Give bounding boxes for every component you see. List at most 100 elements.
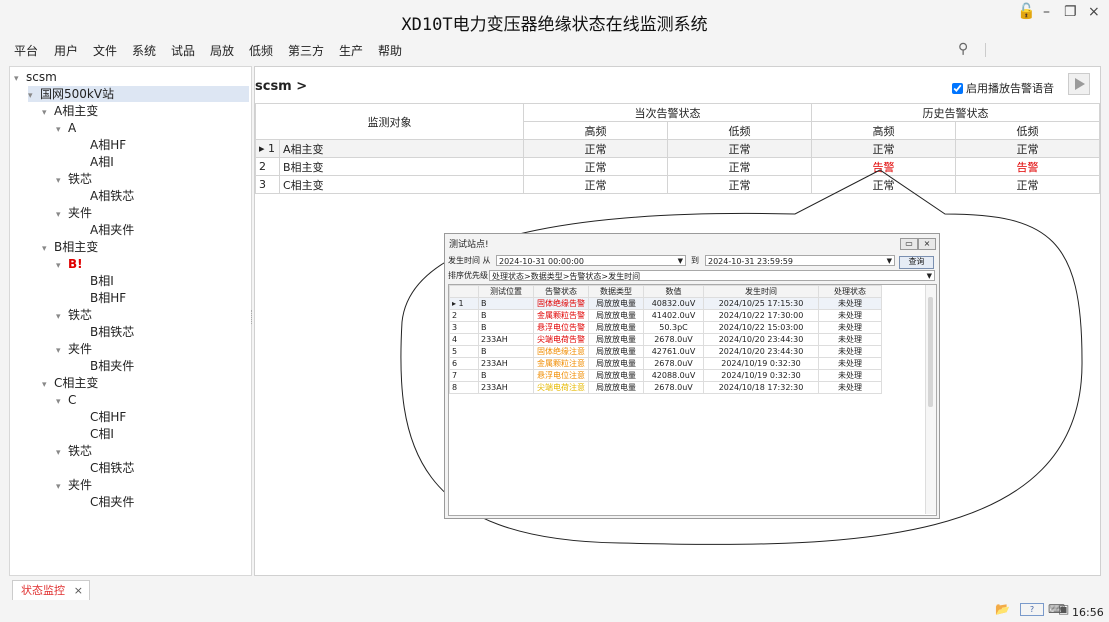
tree-node-b-core[interactable]: ▾ 铁芯 — [56, 307, 92, 323]
tree-node-b-alarm[interactable]: ▾ B! — [56, 256, 83, 272]
collapse-icon[interactable]: ▾ — [42, 377, 54, 393]
tree-node-a-clamp-item[interactable]: A相夹件 — [90, 222, 134, 238]
collapse-icon[interactable]: ▾ — [42, 241, 54, 257]
col-current-high[interactable]: 高频 — [523, 121, 668, 140]
collapse-icon[interactable]: ▾ — [56, 343, 68, 359]
dropdown-arrow-icon[interactable]: ▼ — [927, 271, 932, 282]
row-target[interactable]: C相主变 — [279, 175, 524, 194]
row-target[interactable]: B相主变 — [279, 157, 524, 176]
table-row[interactable]: ▸ 1 A相主变 正常 正常 正常 正常 — [255, 139, 1100, 158]
tab-close-icon[interactable]: × — [74, 581, 83, 601]
popup-scrollbar[interactable] — [925, 285, 936, 514]
lock-icon[interactable]: 🔓 — [1017, 2, 1036, 20]
tab-status-monitor[interactable]: 状态监控 × — [12, 580, 90, 600]
monitor-icon[interactable]: ▣ — [1058, 602, 1069, 616]
alarm-row[interactable]: 2B 金属颗粒告警 局放放电量 41402.0uV 2024/10/22 17:… — [449, 309, 882, 322]
tree-node-b-hf[interactable]: B相HF — [90, 290, 126, 306]
tree-node-transformer-b[interactable]: ▾ B相主变 — [42, 239, 98, 255]
tree-node-c-clamp-item[interactable]: C相夹件 — [90, 494, 134, 510]
col-handle-status[interactable]: 处理状态 — [818, 285, 882, 298]
table-row[interactable]: 3 C相主变 正常 正常 正常 正常 — [255, 175, 1100, 194]
collapse-icon[interactable]: ▾ — [14, 71, 26, 87]
voice-alarm-checkbox[interactable] — [952, 83, 963, 94]
collapse-icon[interactable]: ▾ — [28, 88, 40, 104]
col-current-header[interactable]: 当次告警状态 — [523, 103, 812, 122]
tree-node-c-core-item[interactable]: C相铁芯 — [90, 460, 134, 476]
tree-node-a-core[interactable]: ▾ 铁芯 — [56, 171, 92, 187]
tree-node-a-hf[interactable]: A相HF — [90, 137, 126, 153]
help-icon[interactable]: ? — [1020, 603, 1044, 616]
play-button[interactable] — [1068, 73, 1090, 95]
menu-user[interactable]: 用户 — [54, 42, 78, 59]
tree-node-a-i[interactable]: A相I — [90, 154, 114, 170]
voice-alarm-toggle[interactable]: 启用播放告警语音 — [952, 80, 1054, 96]
tree-node-transformer-a[interactable]: ▾ A相主变 — [42, 103, 98, 119]
col-time[interactable]: 发生时间 — [703, 285, 819, 298]
collapse-icon[interactable]: ▾ — [56, 122, 68, 138]
device-tree[interactable]: ▾ scsm ▾ 国网500kV站 ▾ A相主变 ▾ A A相HF A相I ▾ 铁芯 A相… — [9, 66, 252, 576]
menu-thirdparty[interactable]: 第三方 — [288, 42, 324, 59]
folder-icon[interactable]: 📂 — [995, 602, 1010, 616]
row-target[interactable]: A相主变 — [279, 139, 524, 158]
alarm-row[interactable]: 8 233AH 尖端电荷注意 局放放电量 2678.0uV 2024/10/18 … — [449, 381, 882, 394]
col-history-low[interactable]: 低频 — [955, 121, 1100, 140]
tree-node-c-hf[interactable]: C相HF — [90, 409, 126, 425]
collapse-icon[interactable]: ▾ — [56, 394, 68, 410]
tree-node-b-clamp[interactable]: ▾ 夹件 — [56, 341, 92, 357]
row-history-low[interactable]: 告警 — [955, 157, 1100, 176]
menu-sample[interactable]: 试品 — [171, 42, 195, 59]
tree-node-c-core[interactable]: ▾ 铁芯 — [56, 443, 92, 459]
col-data-type[interactable]: 数据类型 — [588, 285, 644, 298]
menu-file[interactable]: 文件 — [93, 42, 117, 59]
tree-node-a-core-item[interactable]: A相铁芯 — [90, 188, 134, 204]
row-history-high[interactable]: 告警 — [811, 157, 956, 176]
dropdown-arrow-icon[interactable]: ▼ — [887, 256, 892, 267]
col-history-header[interactable]: 历史告警状态 — [811, 103, 1100, 122]
alarm-row[interactable]: 5B 固体绝缘注意 局放放电量 42761.0uV 2024/10/20 23:… — [449, 345, 882, 358]
popup-close-button[interactable]: × — [918, 238, 936, 250]
menu-pd[interactable]: 局放 — [210, 42, 234, 59]
tree-node-a[interactable]: ▾ A — [56, 120, 76, 136]
breadcrumb[interactable]: scsm > — [255, 79, 307, 94]
to-date-field[interactable]: 2024-10-31 23:59:59 ▼ — [705, 255, 895, 266]
tree-node-c-i[interactable]: C相I — [90, 426, 114, 442]
tree-node-station[interactable]: ▾ 国网500kV站 — [28, 86, 249, 102]
collapse-icon[interactable]: ▾ — [56, 309, 68, 325]
alarm-row[interactable]: 4 233AH 尖端电荷告警 局放放电量 2678.0uV 2024/10/20 … — [449, 333, 882, 346]
tree-node-c[interactable]: ▾ C — [56, 392, 76, 408]
dropdown-arrow-icon[interactable]: ▼ — [678, 256, 683, 267]
table-row[interactable]: 2 B相主变 正常 正常 告警 告警 — [255, 157, 1100, 176]
minimize-button[interactable]: – — [1043, 4, 1050, 20]
collapse-icon[interactable]: ▾ — [56, 479, 68, 495]
tree-node-c-clamp[interactable]: ▾ 夹件 — [56, 477, 92, 493]
collapse-icon[interactable]: ▾ — [56, 207, 68, 223]
col-value[interactable]: 数值 — [643, 285, 704, 298]
menu-help[interactable]: 帮助 — [378, 42, 402, 59]
collapse-icon[interactable]: ▾ — [42, 105, 54, 121]
alarm-row[interactable]: ▸ 1B 固体绝缘告警 局放放电量 40832.0uV 2024/10/25 1… — [449, 297, 882, 310]
tree-node-transformer-c[interactable]: ▾ C相主变 — [42, 375, 98, 391]
tree-node-b-clamp-item[interactable]: B相夹件 — [90, 358, 134, 374]
tree-node-a-clamp[interactable]: ▾ 夹件 — [56, 205, 92, 221]
alarm-row[interactable]: 6 233AH 金属颗粒注意 局放放电量 2678.0uV 2024/10/19 … — [449, 357, 882, 370]
tree-node-b-i[interactable]: B相I — [90, 273, 114, 289]
tree-node-root[interactable]: ▾ scsm — [14, 69, 57, 85]
sort-priority-select[interactable]: 处理状态>数据类型>告警状态>发生时间 ▼ — [489, 270, 935, 281]
from-date-field[interactable]: 2024-10-31 00:00:00 ▼ — [496, 255, 686, 266]
close-button[interactable]: × — [1088, 4, 1100, 20]
restore-button[interactable]: ❐ — [1064, 4, 1077, 20]
col-alarm-status[interactable]: 告警状态 — [533, 285, 589, 298]
collapse-icon[interactable]: ▾ — [56, 173, 68, 189]
user-icon[interactable]: ⚲ — [958, 41, 968, 57]
menu-system[interactable]: 系统 — [132, 42, 156, 59]
popup-restore-button[interactable]: ▭ — [900, 238, 918, 250]
alarm-row[interactable]: 3B 悬浮电位告警 局放放电量 50.3pC 2024/10/22 15:03:… — [449, 321, 882, 334]
collapse-icon[interactable]: ▾ — [56, 258, 68, 274]
col-current-low[interactable]: 低频 — [667, 121, 812, 140]
query-button[interactable]: 查询 — [899, 256, 934, 269]
collapse-icon[interactable]: ▾ — [56, 445, 68, 461]
col-position[interactable]: 测试位置 — [478, 285, 534, 298]
col-history-high[interactable]: 高频 — [811, 121, 956, 140]
menu-lowfreq[interactable]: 低频 — [249, 42, 273, 59]
alarm-row[interactable]: 7B 悬浮电位注意 局放放电量 42088.0uV 2024/10/19 0:3… — [449, 369, 882, 382]
